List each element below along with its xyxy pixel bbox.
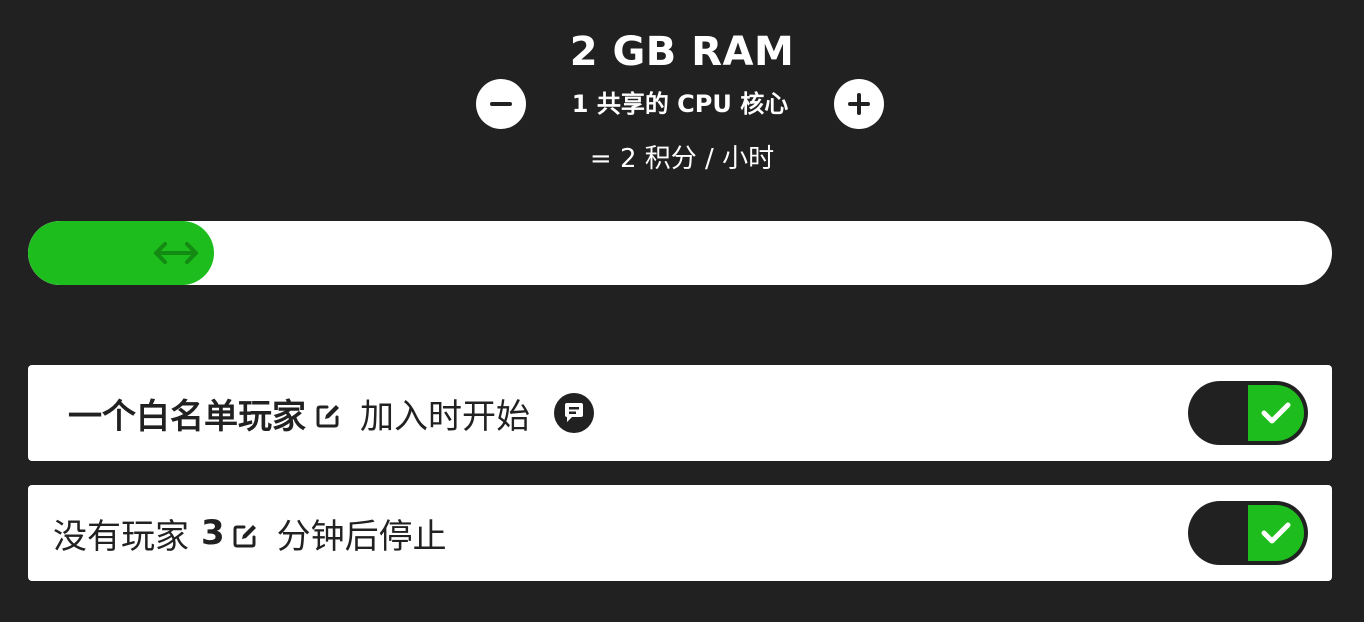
- decrease-ram-button[interactable]: [476, 79, 526, 129]
- toggle-knob: [1248, 505, 1304, 561]
- auto-stop-option-card: 没有玩家 3 分钟后停止: [28, 485, 1332, 581]
- auto-start-option-text: 一个白名单玩家 加入时开始: [68, 365, 594, 461]
- whitelist-player-label: 一个白名单玩家: [68, 396, 306, 437]
- auto-stop-suffix-label: 分钟后停止: [276, 516, 447, 557]
- chat-bubble-icon[interactable]: [554, 393, 594, 433]
- idle-minutes-value: 3: [201, 513, 225, 553]
- auto-start-toggle[interactable]: [1188, 381, 1308, 445]
- toggle-knob: [1248, 385, 1304, 441]
- auto-start-suffix-label: 加入时开始: [360, 396, 530, 437]
- ram-amount-title: 2 GB RAM: [569, 29, 795, 75]
- auto-stop-toggle[interactable]: [1188, 501, 1308, 565]
- minus-icon: [490, 102, 512, 106]
- check-icon: [1261, 522, 1291, 544]
- arrows-horizontal-icon: [154, 242, 198, 264]
- increase-ram-button[interactable]: [834, 79, 884, 129]
- ram-slider[interactable]: [28, 221, 1332, 285]
- edit-icon[interactable]: [231, 519, 259, 548]
- auto-start-option-card: 一个白名单玩家 加入时开始: [28, 365, 1332, 461]
- auto-stop-option-text: 没有玩家 3 分钟后停止: [53, 485, 447, 581]
- cpu-cores-label: 1 共享的 CPU 核心: [571, 90, 789, 118]
- cpu-row: 1 共享的 CPU 核心: [476, 79, 884, 129]
- no-players-label: 没有玩家: [53, 516, 189, 557]
- credits-per-hour-label: = 2 积分 / 小时: [589, 144, 775, 174]
- ram-slider-fill: [28, 221, 214, 285]
- edit-icon[interactable]: [314, 399, 342, 428]
- ram-slider-handle[interactable]: [152, 237, 200, 269]
- check-icon: [1261, 402, 1291, 424]
